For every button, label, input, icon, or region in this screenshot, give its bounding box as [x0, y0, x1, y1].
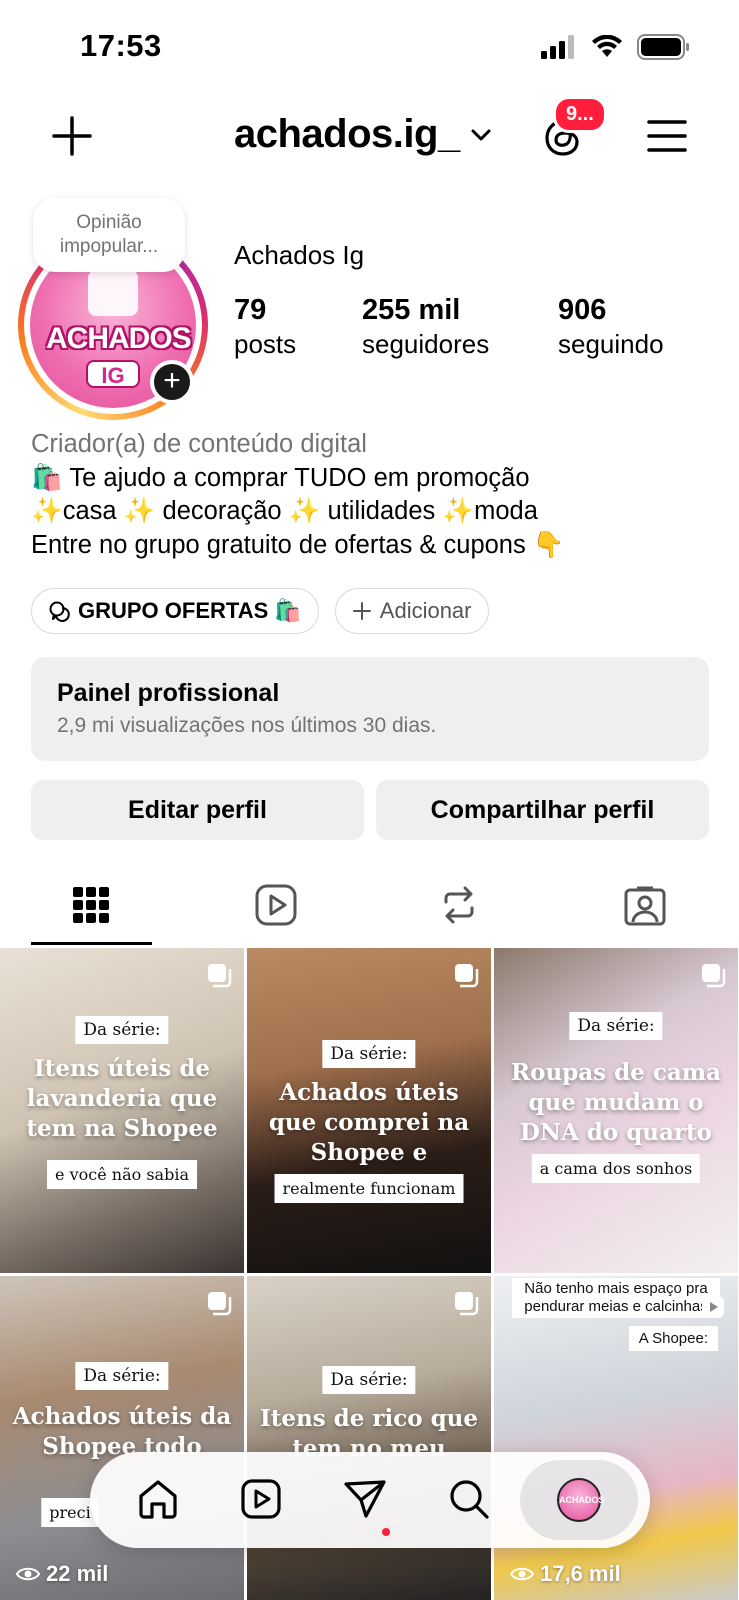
content-tabs: [0, 870, 739, 946]
post-views-count: 17,6 mil: [540, 1561, 621, 1586]
reels-icon[interactable]: [253, 882, 299, 928]
post-series-label: Da série:: [75, 1016, 169, 1044]
post-shopee-label: A Shopee:: [628, 1326, 718, 1351]
threads-notification-badge[interactable]: 9...: [553, 96, 607, 133]
carousel-icon: [208, 964, 232, 988]
group-link-label: GRUPO OFERTAS 🛍️: [78, 598, 302, 623]
post-series-label: Da série:: [322, 1366, 416, 1394]
post-tile[interactable]: Da série: Achados úteis da Shopee todo p…: [0, 1276, 244, 1600]
home-icon[interactable]: [135, 1476, 181, 1522]
stat-label: posts: [234, 329, 297, 359]
account-switcher[interactable]: achados.ig_: [234, 112, 492, 157]
add-link-chip[interactable]: Adicionar: [334, 588, 489, 634]
post-views: 17,6 mil: [510, 1561, 621, 1587]
profile-name: Achados Ig: [234, 240, 365, 270]
post-tile[interactable]: Da série: Achados úteis que comprei na S…: [247, 948, 491, 1273]
profile-note[interactable]: Opinião impopular...: [33, 198, 185, 272]
direct-send-icon[interactable]: [342, 1476, 388, 1522]
carousel-icon: [455, 1292, 479, 1316]
stat-value: 906: [558, 294, 607, 326]
status-icons: [541, 34, 691, 60]
avatar-logo-badge: IG: [86, 360, 140, 388]
reposts-icon[interactable]: [436, 882, 482, 928]
eye-icon: [16, 1567, 40, 1581]
post-tile[interactable]: Da série: Roupas de cama que mudam o DNA…: [494, 948, 738, 1273]
post-headline: Itens úteis de lavanderia que tem na Sho…: [26, 1055, 218, 1142]
post-series-label: Da série:: [322, 1040, 416, 1068]
signal-icon: [541, 35, 574, 59]
post-headline: Roupas de cama que mudam o DNA do quarto: [511, 1059, 721, 1146]
shopping-bag-graphic: [88, 270, 138, 316]
post-series-label: Da série:: [569, 1012, 663, 1040]
post-image: [494, 1276, 738, 1600]
post-tile[interactable]: Da série: Itens de rico que tem no meu: [247, 1276, 491, 1600]
group-link-chip[interactable]: GRUPO OFERTAS 🛍️: [31, 588, 319, 634]
carousel-icon: [702, 964, 726, 988]
bio-line: ✨casa ✨ decoração ✨ utilidades ✨moda: [31, 497, 538, 525]
stat-label: seguindo: [558, 329, 664, 359]
grid-icon[interactable]: [68, 882, 114, 928]
avatar-logo-text: ACHADOS: [46, 322, 192, 355]
professional-dashboard[interactable]: Painel profissional 2,9 mi visualizações…: [31, 657, 709, 761]
chevron-down-icon: [471, 129, 491, 140]
dashboard-subtitle: 2,9 mi visualizações nos últimos 30 dias…: [57, 714, 437, 737]
stat-following[interactable]: 906 seguindo: [558, 292, 664, 360]
profile-avatar[interactable]: ACHADOS: [557, 1478, 605, 1522]
active-tab-indicator: [31, 942, 152, 945]
add-story-button[interactable]: +: [150, 360, 194, 404]
direct-unread-dot: [382, 1528, 390, 1536]
reels-icon[interactable]: [238, 1476, 284, 1522]
post-series-label: Da série:: [75, 1362, 169, 1390]
bio-line: Entre no grupo gratuito de ofertas & cup…: [31, 530, 565, 559]
stat-value: 79: [234, 294, 267, 326]
stat-value: 255 mil: [362, 294, 461, 326]
eye-icon: [510, 1567, 534, 1581]
dashboard-title: Painel profissional: [57, 679, 280, 707]
add-link-label: Adicionar: [379, 598, 472, 623]
post-tile[interactable]: Não tenho mais espaço pra pendurar meias…: [494, 1276, 738, 1600]
profile-bio: Criador(a) de conteúdo digital 🛍️ Te aju…: [31, 428, 721, 562]
share-profile-button[interactable]: Compartilhar perfil: [376, 780, 709, 840]
post-views-count: 22 mil: [46, 1561, 109, 1586]
battery-icon: [637, 34, 689, 60]
bio-line: 🛍️ Te ajudo a comprar TUDO em promoção: [31, 463, 530, 492]
edit-profile-button[interactable]: Editar perfil: [31, 780, 364, 840]
post-headline: Achados úteis que comprei na Shopee e: [268, 1079, 470, 1166]
bottom-navigation: ACHADOS: [90, 1452, 650, 1548]
stat-posts[interactable]: 79 posts: [234, 292, 296, 360]
stat-followers[interactable]: 255 mil seguidores: [362, 292, 489, 360]
post-footer-label: e você não sabia: [47, 1160, 197, 1189]
wifi-icon: [592, 35, 622, 57]
username-label: achados.ig_: [234, 112, 460, 156]
reel-play-icon: [702, 1296, 724, 1318]
post-views: 22 mil: [16, 1561, 108, 1587]
post-tile[interactable]: Da série: Itens úteis de lavanderia que …: [0, 948, 244, 1273]
profile-header: achados.ig_ 9...: [0, 96, 739, 176]
profile-actions: Editar perfil Compartilhar perfil: [31, 780, 709, 840]
post-top-caption: Não tenho mais espaço pra pendurar meias…: [512, 1278, 720, 1318]
stat-label: seguidores: [362, 329, 490, 359]
chat-bubble-icon: [49, 601, 70, 622]
status-time: 17:53: [80, 28, 162, 63]
status-bar: 17:53: [0, 0, 739, 96]
carousel-icon: [208, 1292, 232, 1316]
plus-icon: [352, 602, 371, 620]
post-footer-label: realmente funcionam: [274, 1174, 464, 1203]
search-icon[interactable]: [446, 1476, 492, 1522]
tagged-icon[interactable]: [622, 882, 668, 928]
plus-icon[interactable]: [50, 114, 94, 158]
profile-category: Criador(a) de conteúdo digital: [31, 430, 367, 458]
post-footer-label: a cama dos sonhos: [531, 1154, 701, 1183]
profile-links: GRUPO OFERTAS 🛍️ Adicionar: [31, 588, 489, 634]
hamburger-menu-icon[interactable]: [646, 116, 688, 156]
carousel-icon: [455, 964, 479, 988]
